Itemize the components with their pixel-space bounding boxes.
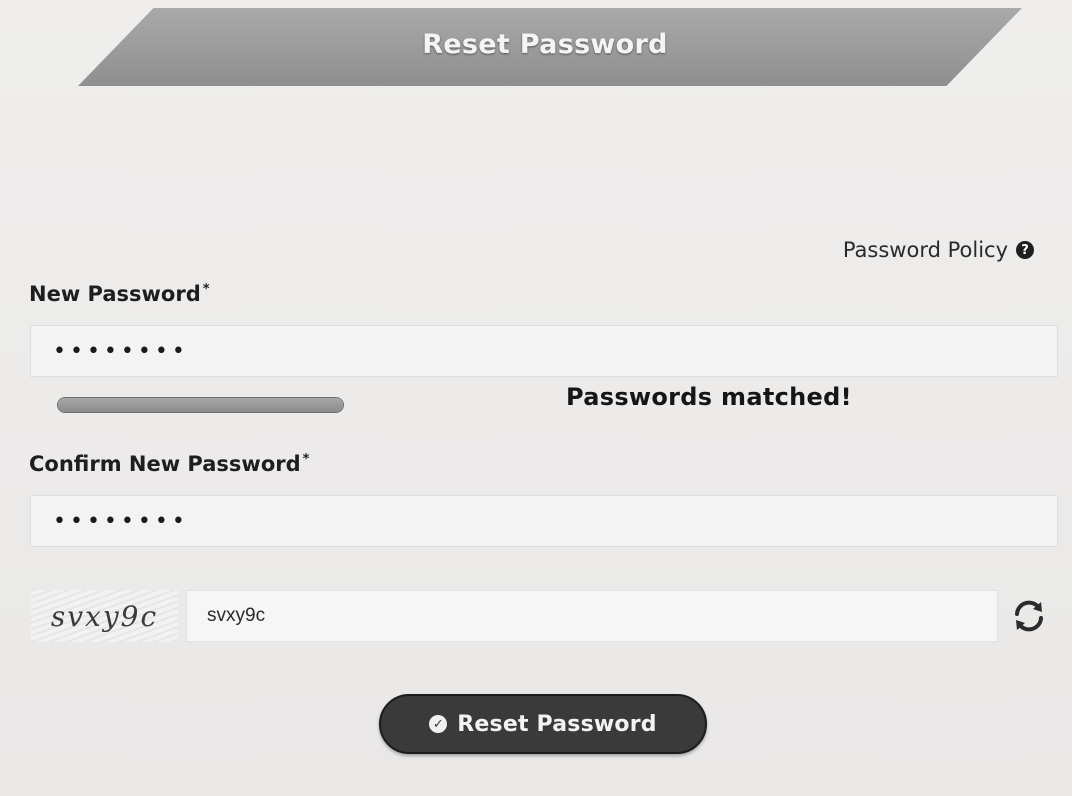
- password-policy-label: Password Policy: [842, 238, 1008, 262]
- reset-password-button[interactable]: ✓ Reset Password: [379, 694, 707, 754]
- password-match-message: Passwords matched!: [566, 383, 852, 411]
- confirm-password-label: Confirm New Password *: [29, 452, 309, 476]
- new-password-label: New Password *: [29, 282, 210, 306]
- required-marker: *: [302, 452, 310, 467]
- confirm-password-label-text: Confirm New Password: [29, 452, 301, 476]
- captcha-input[interactable]: svxy9c: [186, 590, 998, 642]
- required-marker: *: [202, 282, 210, 297]
- new-password-field[interactable]: ••••••••: [30, 325, 1058, 377]
- captcha-image: svxy9c: [31, 590, 178, 642]
- question-circle-icon[interactable]: ?: [1016, 241, 1034, 259]
- new-password-label-text: New Password: [29, 282, 201, 306]
- captcha-image-text: svxy9c: [50, 599, 159, 633]
- confirm-password-value: ••••••••: [53, 508, 189, 534]
- password-strength-fill: [58, 398, 343, 412]
- reset-password-button-label: Reset Password: [457, 711, 657, 737]
- password-strength-bar: [57, 397, 344, 413]
- new-password-value: ••••••••: [53, 338, 189, 364]
- page-title: Reset Password: [422, 29, 668, 60]
- check-circle-icon: ✓: [429, 715, 448, 733]
- refresh-icon[interactable]: [1011, 598, 1047, 634]
- confirm-password-field[interactable]: ••••••••: [30, 495, 1058, 547]
- password-policy-link[interactable]: Password Policy ?: [843, 238, 1034, 262]
- page: Reset Password Password Policy ? New Pas…: [0, 0, 1072, 796]
- captcha-input-value: svxy9c: [207, 605, 266, 626]
